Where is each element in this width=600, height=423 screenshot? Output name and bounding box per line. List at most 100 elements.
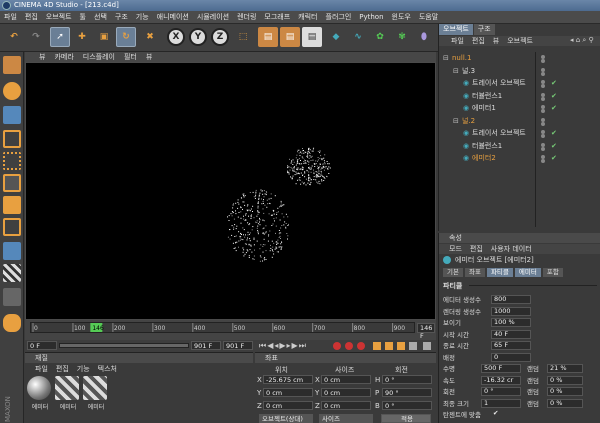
x-axis-icon[interactable]: X (167, 28, 185, 46)
viewport-menu-item[interactable]: 뷰 (146, 52, 152, 62)
menu-item[interactable]: Python (359, 13, 383, 21)
preview-range-slider[interactable] (59, 343, 189, 348)
snap-icon[interactable] (3, 264, 21, 282)
menu-item[interactable]: 기능 (136, 12, 149, 22)
render-view-icon[interactable]: ▤ (258, 27, 278, 47)
points-mode-icon[interactable] (3, 152, 21, 170)
keyframe-selection-icon[interactable] (357, 342, 365, 350)
enabled-check-icon[interactable]: ✔ (551, 102, 557, 114)
polygons-mode-icon[interactable] (3, 196, 21, 214)
menu-item[interactable]: 렌더링 (237, 12, 256, 22)
attr-variation-field[interactable]: 0 % (547, 398, 583, 408)
menu-item[interactable]: 플러그인 (326, 12, 352, 22)
object-menu-item[interactable]: 오브젝트 (507, 36, 533, 46)
redo-icon[interactable]: ↷ (26, 27, 46, 47)
enable-axis-icon[interactable] (3, 218, 21, 236)
array-icon[interactable]: ✾ (392, 27, 412, 47)
object-row[interactable]: ◉ 에미터2 ✔ (439, 152, 600, 164)
attr-tab[interactable]: 포함 (542, 268, 563, 277)
nurbs-icon[interactable]: ✿ (370, 27, 390, 47)
layout-icon[interactable] (3, 314, 21, 332)
editor-visibility-dot[interactable] (541, 117, 545, 122)
z-axis-icon[interactable]: Z (211, 28, 229, 46)
position-field[interactable]: -25.675 cm (263, 375, 313, 384)
object-row[interactable]: ⊟ 널.3 (439, 65, 600, 77)
attr-value-field[interactable]: 0 (491, 352, 531, 362)
apply-button[interactable]: 적용 (381, 414, 431, 423)
attr-tab[interactable]: 파티클 (486, 268, 513, 277)
cube-icon[interactable]: ◆ (326, 27, 346, 47)
menu-item[interactable]: 오브젝트 (46, 12, 72, 22)
attr-value-field[interactable]: 1 (481, 398, 521, 408)
attr-variation-field[interactable]: 0 % (547, 387, 583, 396)
object-tab[interactable]: 구조 (473, 24, 495, 35)
editor-visibility-dot[interactable] (541, 142, 545, 147)
size-field[interactable]: 0 cm (321, 401, 371, 410)
coordinate-system-icon[interactable]: ⬚ (233, 27, 253, 47)
axis-mode-icon[interactable] (3, 130, 21, 148)
material-menu-item[interactable]: 편집 (56, 364, 69, 374)
undo-icon[interactable]: ↶ (4, 27, 24, 47)
expand-icon[interactable]: ⊟ (453, 65, 459, 77)
menu-item[interactable]: 캐릭터 (298, 12, 317, 22)
autokey-icon[interactable] (345, 342, 353, 350)
object-tab[interactable]: 오브젝트 (439, 24, 473, 35)
key-parameter-icon[interactable] (409, 342, 417, 350)
editor-visibility-dot[interactable] (541, 92, 545, 97)
range-end-field[interactable]: 901 F (191, 341, 221, 350)
object-nav-icons[interactable]: ◂ ⌂ ⌕ ⚲ (570, 36, 594, 45)
enabled-check-icon[interactable]: ✔ (551, 140, 557, 152)
menu-item[interactable]: 편집 (25, 12, 38, 22)
viewport-menu-item[interactable]: 카메라 (54, 52, 73, 62)
edges-mode-icon[interactable] (3, 174, 21, 192)
key-rotation-icon[interactable] (397, 342, 405, 350)
menu-item[interactable]: 애니메이션 (157, 12, 189, 22)
spline-icon[interactable]: ∿ (348, 27, 368, 47)
expand-icon[interactable]: ⊟ (443, 52, 449, 64)
key-scale-icon[interactable] (385, 342, 393, 350)
object-row[interactable]: ◉ 트레이서 오브젝트 ✔ (439, 127, 600, 139)
position-field[interactable]: 0 cm (263, 388, 313, 397)
material-swatch[interactable]: 에미터 (55, 376, 81, 420)
select-tool-icon[interactable]: ➚ (50, 27, 70, 47)
position-field[interactable]: 0 cm (263, 401, 313, 410)
tweak-mode-icon[interactable] (3, 242, 21, 260)
size-field[interactable]: 0 cm (321, 375, 371, 384)
viewport-menu-item[interactable]: 뷰 (39, 52, 45, 62)
object-menu-item[interactable]: 뷰 (493, 36, 499, 46)
menu-item[interactable]: 파일 (4, 12, 17, 22)
key-position-icon[interactable] (373, 342, 381, 350)
material-menu-item[interactable]: 기능 (77, 364, 90, 374)
render-picture-viewer-icon[interactable]: ▤ (280, 27, 300, 47)
rotation-field[interactable]: 0 ° (382, 375, 432, 384)
render-visibility-dot[interactable] (541, 134, 545, 138)
coord-size-button[interactable]: 사이즈 (319, 414, 373, 423)
attr-value-field[interactable]: ✔ (491, 410, 531, 419)
object-row[interactable]: ⊟ null.1 (439, 52, 600, 64)
enabled-check-icon[interactable]: ✔ (551, 77, 557, 89)
make-editable-icon[interactable] (3, 56, 21, 74)
attr-value-field[interactable]: 500 F (481, 364, 521, 373)
deformer-icon[interactable]: ⬮ (414, 27, 434, 47)
viewport-canvas[interactable] (26, 63, 435, 319)
workplane-icon[interactable] (3, 288, 21, 306)
render-visibility-dot[interactable] (541, 146, 545, 151)
coord-mode-button[interactable]: 오브젝트(상대) (259, 414, 313, 423)
viewport-menu-item[interactable]: 필터 (124, 52, 137, 62)
attr-variation-field[interactable]: 21 % (547, 364, 583, 373)
attr-value-field[interactable]: 800 (491, 295, 531, 304)
attr-variation-field[interactable]: 0 % (547, 375, 583, 385)
model-mode-icon[interactable] (3, 82, 21, 100)
start-frame-field[interactable]: 0 F (27, 341, 57, 350)
y-axis-icon[interactable]: Y (189, 28, 207, 46)
attr-menu-item[interactable]: 편집 (470, 244, 483, 254)
timeline-ruler[interactable]: 0 100 146 200 300 400 500 600 700 800 900 (30, 322, 415, 333)
current-frame-field[interactable]: 146 F (417, 323, 435, 340)
menu-item[interactable]: 툴 (80, 12, 86, 22)
render-visibility-dot[interactable] (541, 59, 545, 63)
attr-value-field[interactable]: 0 ° (481, 387, 521, 396)
render-visibility-dot[interactable] (541, 121, 545, 126)
attr-tab[interactable]: 좌표 (464, 268, 485, 277)
menu-item[interactable]: 윈도우 (392, 12, 411, 22)
render-visibility-dot[interactable] (541, 109, 545, 113)
